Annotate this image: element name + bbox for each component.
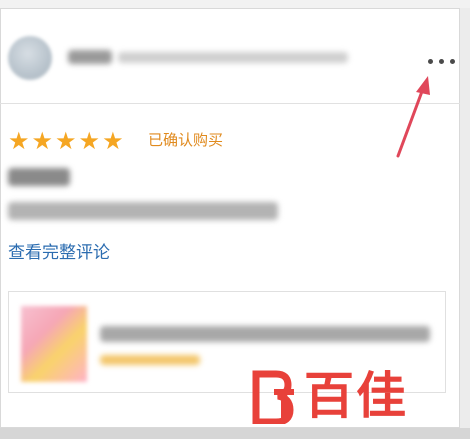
bottom-strip	[0, 428, 470, 439]
annotation-arrow	[396, 76, 430, 158]
